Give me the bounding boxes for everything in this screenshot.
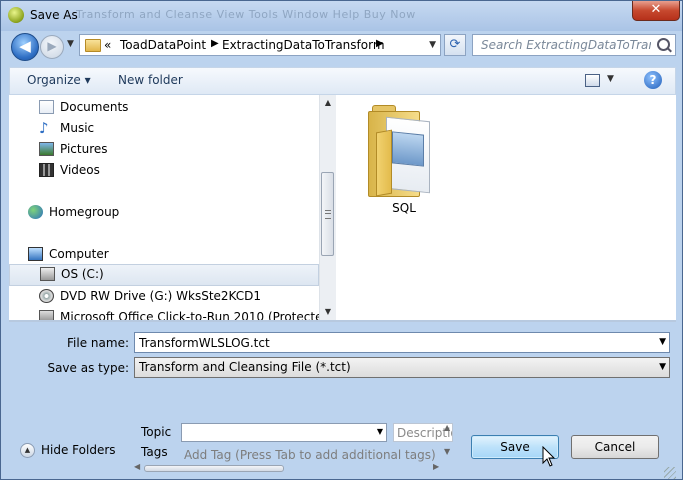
scroll-left-icon[interactable]: ◀ [134,462,140,471]
file-name-label: File name: [67,336,129,350]
hide-folders-label: Hide Folders [41,443,116,457]
command-toolbar: Organize ▾ New folder ▼ ? [9,67,676,95]
help-icon[interactable]: ? [644,71,662,89]
topic-field[interactable]: ▼ [181,423,387,442]
breadcrumb-toaddatapoint[interactable]: ToadDataPoint [120,38,206,52]
folder-label: SQL [392,201,416,215]
save-as-type-select[interactable]: Transform and Cleansing File (*.tct) ▼ [134,357,670,378]
address-bar[interactable]: « ToadDataPoint ▶ ExtractingDataToTransf… [79,34,441,56]
metadata-horizontal-scrollbar[interactable]: ◀ ▶ [134,462,454,475]
mouse-cursor-icon [542,446,556,467]
music-icon: ♪ [39,119,49,137]
sidebar-item-dvd-drive[interactable]: DVD RW Drive (G:) WksSte2KCD1 [39,287,319,307]
videos-icon [39,163,54,177]
dvd-drive-icon [39,289,54,303]
refresh-button[interactable]: ⟳ [444,34,466,56]
sidebar-item-label: DVD RW Drive (G:) WksSte2KCD1 [60,289,262,303]
scroll-down-icon[interactable]: ▼ [320,304,336,320]
search-placeholder: Search ExtractingDataToTrans... [481,38,651,52]
breadcrumb-separator-icon[interactable]: ▶ [376,38,384,49]
scrollbar-thumb[interactable] [144,465,284,472]
tags-label: Tags [141,445,168,459]
window-title: Save As [30,8,78,22]
homegroup-icon [28,205,43,219]
navigation-pane: Documents ♪ Music Pictures Videos Homegr… [9,95,319,320]
metadata-scroll-up-icon[interactable]: ▲ [444,423,450,432]
folder-icon [362,105,434,197]
sidebar-item-os-c[interactable]: OS (C:) [9,264,319,286]
sidebar-item-label: Microsoft Office Click-to-Run 2010 (Prot… [60,310,319,320]
search-icon [657,38,670,51]
change-view-icon[interactable] [585,74,600,87]
sidebar-item-label: Computer [49,247,109,261]
save-as-type-value: Transform and Cleansing File (*.tct) [139,360,351,374]
toad-app-icon [8,7,24,23]
breadcrumb-overflow[interactable]: « [104,38,111,52]
sidebar-item-computer[interactable]: Computer [28,245,309,265]
file-name-dropdown-icon[interactable]: ▼ [659,337,666,347]
back-button[interactable]: ◀ [11,33,39,61]
sidebar-item-videos[interactable]: Videos [39,161,309,181]
scroll-up-icon[interactable]: ▲ [320,95,336,111]
new-folder-button[interactable]: New folder [118,73,183,87]
folder-icon [85,39,101,52]
folder-item-sql[interactable]: SQL [356,103,452,223]
drive-icon [40,267,55,281]
sidebar-item-label: Music [60,121,95,135]
scrollbar-thumb[interactable] [321,172,334,256]
documents-icon [39,100,54,114]
pictures-icon [39,142,54,156]
sidebar-item-pictures[interactable]: Pictures [39,140,309,160]
metadata-panel: Topic ▼ Descriptio Tags Add Tag (Press T… [134,421,454,475]
background-menu-text: Transform and Cleanse View Tools Window … [76,8,416,21]
view-options-dropdown-icon[interactable]: ▼ [607,74,614,84]
save-as-dialog: Save As Transform and Cleanse View Tools… [0,0,683,480]
forward-button[interactable]: ▶ [40,35,64,59]
topic-label: Topic [141,425,172,439]
search-input[interactable]: Search ExtractingDataToTrans... [472,34,676,56]
sidebar-item-office-drive[interactable]: Microsoft Office Click-to-Run 2010 (Prot… [39,308,319,320]
sidebar-item-label: Homegroup [49,205,120,219]
file-name-field[interactable]: ▼ [134,332,670,353]
breadcrumb-extractingdatatotransform[interactable]: ExtractingDataToTransform [222,38,385,52]
address-dropdown-icon[interactable]: ▼ [429,40,436,50]
navigation-bar: ◀ ▶ ▼ « ToadDataPoint ▶ ExtractingDataTo… [1,31,682,63]
sidebar-item-label: Documents [60,100,129,114]
pane-divider[interactable] [9,320,676,322]
title-bar[interactable]: Save As Transform and Cleanse View Tools… [1,1,682,31]
grip-icon [325,210,331,219]
computer-icon [28,247,43,261]
sidebar-item-documents[interactable]: Documents [39,98,309,118]
file-name-input[interactable] [139,335,644,350]
file-list-pane: SQL [336,95,676,320]
chevron-up-icon: ▲ [20,443,35,458]
sidebar-item-music[interactable]: ♪ Music [39,119,309,139]
navigation-scrollbar[interactable]: ▲ ▼ [319,95,336,320]
close-button[interactable]: ✕ [632,1,680,21]
resize-grip-icon[interactable] [664,467,676,479]
office-drive-icon [39,310,54,320]
sidebar-item-label: Pictures [60,142,108,156]
cancel-button[interactable]: Cancel [571,435,659,459]
save-as-type-dropdown-icon[interactable]: ▼ [659,362,666,372]
topic-dropdown-icon[interactable]: ▼ [377,427,383,436]
scroll-right-icon[interactable]: ▶ [433,462,439,471]
sidebar-item-label: Videos [60,163,100,177]
tags-input[interactable]: Add Tag (Press Tab to add additional tag… [184,448,436,462]
sidebar-item-label: OS (C:) [61,267,104,281]
recent-locations-dropdown-icon[interactable]: ▼ [67,39,74,49]
organize-button[interactable]: Organize ▾ [27,73,91,87]
save-as-type-label: Save as type: [47,361,129,375]
hide-folders-button[interactable]: ▲ Hide Folders [20,442,120,462]
metadata-scroll-down-icon[interactable]: ▼ [444,447,450,456]
breadcrumb-separator-icon[interactable]: ▶ [211,38,219,49]
sidebar-item-homegroup[interactable]: Homegroup [28,203,309,223]
